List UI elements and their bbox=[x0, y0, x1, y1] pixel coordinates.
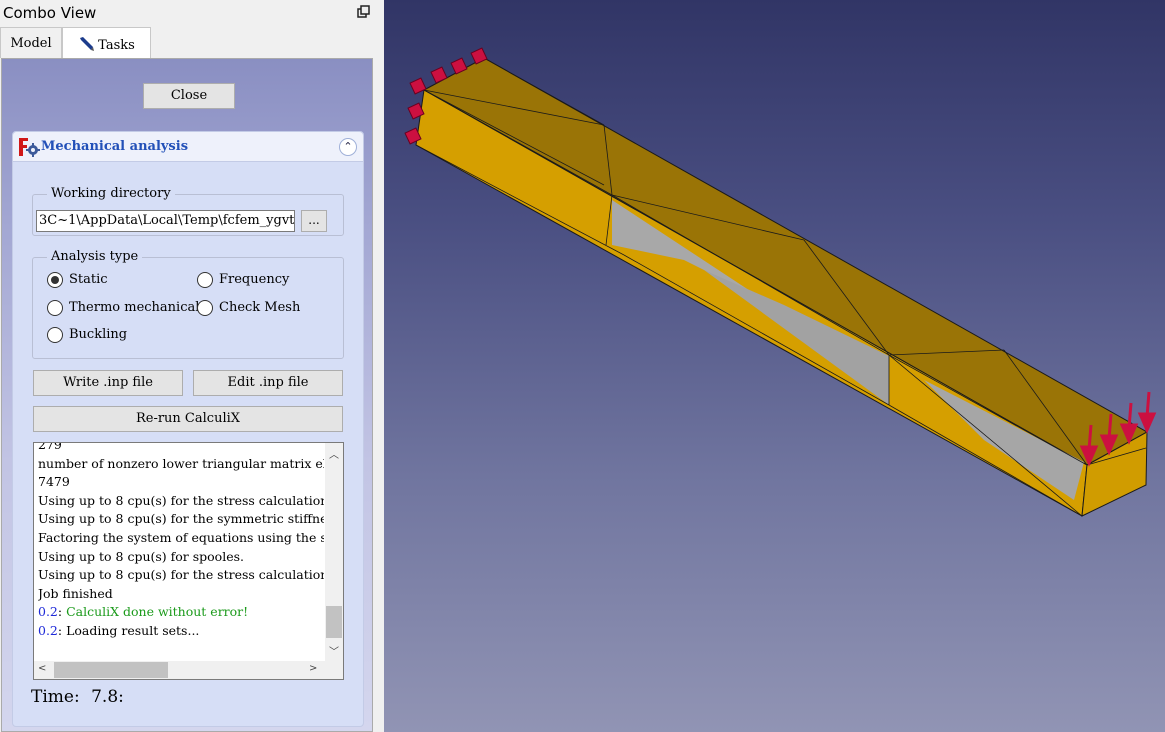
scrollbar-corner bbox=[325, 661, 343, 679]
analysis-type-group: Analysis type Static Frequency Thermo me… bbox=[32, 249, 344, 359]
write-inp-button[interactable]: Write .inp file bbox=[33, 370, 183, 396]
solver-log[interactable]: 279 number of nonzero lower triangular m… bbox=[33, 442, 344, 680]
time-label: Time: bbox=[31, 687, 80, 707]
panel-title: Mechanical analysis bbox=[41, 139, 189, 154]
log-line: Job finished bbox=[38, 585, 113, 601]
log-line: 279 bbox=[38, 442, 62, 452]
analysis-type-legend: Analysis type bbox=[47, 249, 143, 264]
radio-frequency-label: Frequency bbox=[219, 272, 290, 287]
log-line: Using up to 8 cpu(s) for the symmetric s… bbox=[38, 511, 324, 527]
scroll-up-icon[interactable]: ︿ bbox=[329, 446, 339, 461]
pencil-icon bbox=[80, 37, 95, 51]
log-horizontal-scrollbar[interactable]: < > bbox=[34, 661, 327, 679]
elapsed-time: Time: 7.8: bbox=[31, 687, 124, 707]
radio-thermo-mechanical-label: Thermo mechanical bbox=[69, 300, 200, 315]
working-directory-legend: Working directory bbox=[47, 186, 175, 201]
mechanical-analysis-panel: Mechanical analysis ⌃ Working directory … bbox=[12, 131, 364, 727]
log-success-message: CalculiX done without error! bbox=[66, 604, 249, 620]
scroll-down-icon[interactable]: ﹀ bbox=[329, 643, 339, 658]
float-window-icon[interactable] bbox=[357, 5, 371, 19]
combo-view: Combo View Model Tasks Close Mechanical … bbox=[0, 0, 378, 732]
log-lines: 279 number of nonzero lower triangular m… bbox=[38, 442, 324, 641]
radio-check-mesh-label: Check Mesh bbox=[219, 300, 301, 315]
radio-static-label: Static bbox=[69, 272, 108, 287]
log-line: 7479 bbox=[38, 474, 70, 490]
combo-view-title: Combo View bbox=[3, 4, 97, 22]
double-chevron-up-icon[interactable]: ⌃ bbox=[339, 138, 357, 156]
log-vertical-scrollbar[interactable]: ︿ ﹀ bbox=[325, 443, 343, 663]
working-directory-input[interactable]: 3C~1\AppData\Local\Temp\fcfem_ygvtydc2 bbox=[36, 210, 295, 232]
log-time: 0.2 bbox=[38, 604, 58, 620]
log-line: Using up to 8 cpu(s) for the stress calc… bbox=[38, 492, 324, 508]
combo-tabbar: Model Tasks bbox=[0, 27, 378, 58]
tab-model[interactable]: Model bbox=[0, 27, 62, 58]
edit-inp-button[interactable]: Edit .inp file bbox=[193, 370, 343, 396]
tab-tasks-label: Tasks bbox=[98, 38, 135, 53]
radio-buckling-label: Buckling bbox=[69, 327, 128, 342]
radio-thermo-mechanical-dot bbox=[47, 300, 63, 316]
fem-beam-model[interactable] bbox=[384, 0, 1165, 732]
3d-viewport[interactable] bbox=[384, 0, 1165, 732]
log-line: Factoring the system of equations using … bbox=[38, 529, 324, 545]
scroll-left-icon[interactable]: < bbox=[38, 663, 46, 674]
tab-model-label: Model bbox=[10, 36, 52, 51]
fem-workbench-icon bbox=[19, 138, 40, 157]
log-line: 0.2: Loading result sets... bbox=[38, 622, 200, 638]
log-horizontal-thumb[interactable] bbox=[54, 662, 168, 678]
time-value: 7.8: bbox=[91, 687, 124, 707]
close-button[interactable]: Close bbox=[143, 83, 235, 109]
working-directory-group: Working directory 3C~1\AppData\Local\Tem… bbox=[32, 186, 344, 236]
beam-top-face bbox=[422, 57, 1149, 466]
radio-check-mesh-dot bbox=[197, 300, 213, 316]
browse-directory-button[interactable]: ... bbox=[301, 210, 327, 232]
log-line: number of nonzero lower triangular matri… bbox=[38, 455, 324, 471]
task-panel: Close Mechanical analysis ⌃ Working dire… bbox=[1, 58, 373, 732]
rerun-calculix-button[interactable]: Re-run CalculiX bbox=[33, 406, 343, 432]
scroll-right-icon[interactable]: > bbox=[309, 663, 317, 674]
panel-header[interactable]: Mechanical analysis ⌃ bbox=[13, 132, 363, 162]
log-vertical-thumb[interactable] bbox=[326, 606, 342, 638]
log-line: Using up to 8 cpu(s) for spooles. bbox=[38, 548, 244, 564]
tab-tasks[interactable]: Tasks bbox=[62, 27, 151, 58]
log-line: Using up to 8 cpu(s) for the stress calc… bbox=[38, 567, 324, 583]
log-time: 0.2 bbox=[38, 622, 58, 638]
radio-frequency-dot bbox=[197, 272, 213, 288]
radio-buckling-dot bbox=[47, 327, 63, 343]
radio-static-dot bbox=[47, 272, 63, 288]
log-line: 0.2: CalculiX done without error! bbox=[38, 604, 249, 620]
